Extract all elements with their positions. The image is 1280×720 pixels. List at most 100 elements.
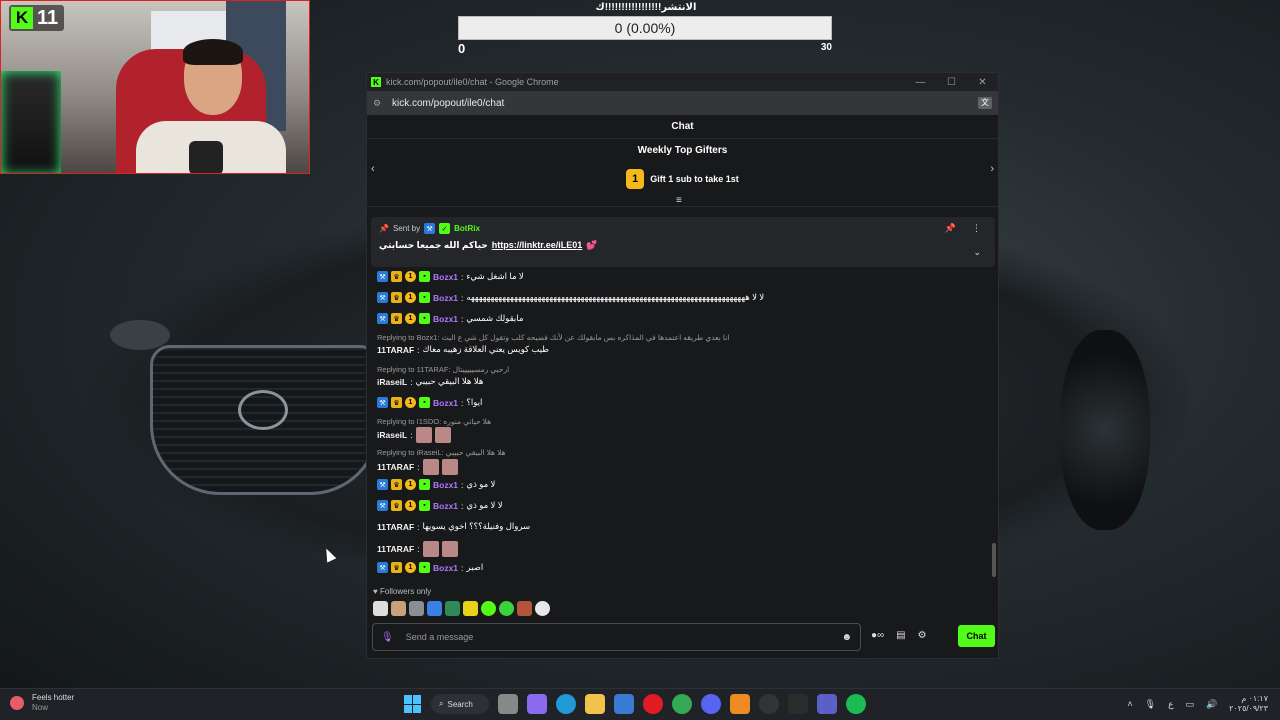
emote-6[interactable] (463, 601, 478, 616)
vlc-icon[interactable] (730, 694, 750, 714)
chevron-down-icon[interactable]: ⌄ (973, 247, 981, 258)
url-text[interactable]: kick.com/popout/ile0/chat (392, 98, 978, 109)
chat-message: ⚒ ♛ 1 ▪ Bozx1: لا ما اشغل شيء (377, 271, 524, 282)
emoji-picker-icon[interactable]: ☻ (841, 632, 852, 643)
emote-4[interactable] (427, 601, 442, 616)
emote-9[interactable] (517, 601, 532, 616)
minimize-button[interactable]: — (905, 77, 936, 88)
gold-badge-icon: 1 (405, 271, 416, 282)
chat-username[interactable]: 11TARAF (377, 522, 414, 532)
copilot-icon[interactable] (527, 694, 547, 714)
obs-icon[interactable] (759, 694, 779, 714)
taskbar-apps: ⌕ Search (404, 694, 866, 714)
more-options-icon[interactable]: ⋮ (972, 223, 981, 234)
chat-username[interactable]: 11TARAF (377, 345, 414, 355)
chat-username[interactable]: Bozx1 (433, 293, 458, 303)
wallpaper-car-wheel (1060, 330, 1150, 530)
reply-context[interactable]: Replying to 11TARAF: ارحبي رمسيييييتال (377, 365, 509, 374)
unpin-icon[interactable]: 📌 (945, 223, 956, 234)
pinned-link[interactable]: https://linktr.ee/iLE01 (492, 240, 583, 251)
translate-icon[interactable]: 文 (978, 97, 992, 109)
send-chat-button[interactable]: Chat (958, 625, 995, 647)
address-bar[interactable]: ⚙ kick.com/popout/ile0/chat 文 (367, 91, 998, 115)
discord-icon[interactable] (701, 694, 721, 714)
chat-username[interactable]: Bozx1 (433, 501, 458, 511)
chat-message: ⚒ ♛ 1 ▪ Bozx1: لا لا مو ذي (377, 500, 503, 511)
mod-badge-icon: ⚒ (377, 292, 388, 303)
weather-text: Feels hotter Now (32, 693, 74, 713)
message-field[interactable]: Send a message (406, 632, 830, 642)
emote-10[interactable] (535, 601, 550, 616)
colon: : (461, 500, 464, 511)
chat-tools: ●∞ ▤ ⚙ (871, 630, 927, 641)
sub-badge-icon: ▪ (419, 271, 430, 282)
chat-input[interactable]: 🎙 Send a message ☻ (372, 623, 861, 651)
emote-1[interactable] (373, 601, 388, 616)
emote-5[interactable] (445, 601, 460, 616)
file-explorer-icon[interactable] (585, 694, 605, 714)
chat-username[interactable]: Bozx1 (433, 272, 458, 282)
site-info-icon[interactable]: ⚙ (373, 98, 385, 108)
crown-badge-icon: ♛ (391, 292, 402, 303)
chat-username[interactable]: Bozx1 (433, 563, 458, 573)
reply-context[interactable]: Replying to I1SDO: هلا حياتي منوره (377, 417, 491, 426)
chat-username[interactable]: Bozx1 (433, 480, 458, 490)
points-icon[interactable]: ●∞ (871, 630, 884, 641)
settings-icon[interactable]: ⚙ (918, 630, 927, 641)
language-indicator[interactable]: ع (1168, 699, 1173, 710)
rank-badge: 1 (626, 169, 645, 189)
chat-username[interactable]: 11TARAF (377, 544, 414, 554)
colon: : (410, 376, 413, 387)
start-icon[interactable] (404, 695, 422, 713)
emote-3[interactable] (409, 601, 424, 616)
chevron-up-icon[interactable]: ˄ (1127, 699, 1132, 709)
pinned-bot-name[interactable]: BotRix (454, 224, 480, 233)
gold-badge-icon: 1 (405, 292, 416, 303)
collapse-icon[interactable]: ≡ (676, 195, 682, 206)
poll-min: 0 (458, 41, 466, 56)
crown-badge-icon: ♛ (391, 397, 402, 408)
maximize-button[interactable]: ☐ (936, 77, 967, 88)
chat-username[interactable]: Bozx1 (433, 398, 458, 408)
teams-icon[interactable] (817, 694, 837, 714)
gold-badge-icon: 1 (405, 500, 416, 511)
reply-context[interactable]: Replying to iRaseiL: هلا هلا البيقي حبيب… (377, 448, 506, 457)
chat-message: 11TARAF: (377, 541, 458, 557)
chat-message-text: لا ما اشغل شيء (466, 271, 524, 281)
emote-8[interactable] (499, 601, 514, 616)
weather-widget[interactable]: Feels hotter Now (10, 693, 74, 713)
poll-widget: الانتشر!!!!!!!!!!!!!!!!!ك 0 (0.00%) 0 30 (458, 0, 834, 58)
close-button[interactable]: ✕ (967, 77, 998, 88)
microphone-icon[interactable]: 🎙 (381, 632, 394, 643)
epic-games-icon[interactable] (788, 694, 808, 714)
poll-max: 30 (820, 42, 832, 53)
chevron-right-icon[interactable]: › (990, 163, 994, 175)
chrome-icon[interactable] (672, 694, 692, 714)
store-icon[interactable]: ▤ (896, 630, 905, 641)
mic-tray-icon[interactable]: 🎙 (1145, 699, 1156, 710)
clock[interactable]: ٠١:١٧ م ٢٠٢٥/٠٩/٢٣ (1229, 694, 1268, 714)
pinned-actions: 📌 ⋮ (945, 223, 981, 234)
emote-2[interactable] (391, 601, 406, 616)
chat-message-text: لا لا هههههههههههههههههههههههههههههههههه… (466, 292, 765, 302)
colon: : (417, 462, 420, 472)
opera-icon[interactable] (643, 694, 663, 714)
taskbar-search[interactable]: ⌕ Search (431, 694, 489, 714)
emote-7[interactable] (481, 601, 496, 616)
chat-username[interactable]: iRaseiL (377, 430, 407, 440)
gifters-row: 1 Gift 1 sub to take 1st (367, 169, 998, 189)
chat-username[interactable]: 11TARAF (377, 462, 414, 472)
task-view-icon[interactable] (498, 694, 518, 714)
chat-username[interactable]: Bozx1 (433, 314, 458, 324)
pinned-message: 📌 Sent by ⚒ ✓ BotRix 📌 ⋮ حياكم الله جميع… (371, 217, 995, 267)
chat-username[interactable]: iRaseiL (377, 377, 407, 387)
volume-icon[interactable]: 🔊 (1206, 699, 1217, 710)
chat-scrollbar[interactable] (992, 543, 996, 577)
store-app-icon[interactable] (614, 694, 634, 714)
network-icon[interactable]: ▭ (1185, 699, 1194, 710)
spotify-icon[interactable] (846, 694, 866, 714)
bot-badge-icon: ✓ (439, 223, 451, 234)
reply-context[interactable]: Replying to Bozx1: انا بعدي طريقه اعتمده… (377, 333, 729, 342)
edge-icon[interactable] (556, 694, 576, 714)
taskbar: Feels hotter Now ⌕ Search ˄ 🎙 ع ▭ 🔊 ٠١:١… (0, 688, 1280, 720)
